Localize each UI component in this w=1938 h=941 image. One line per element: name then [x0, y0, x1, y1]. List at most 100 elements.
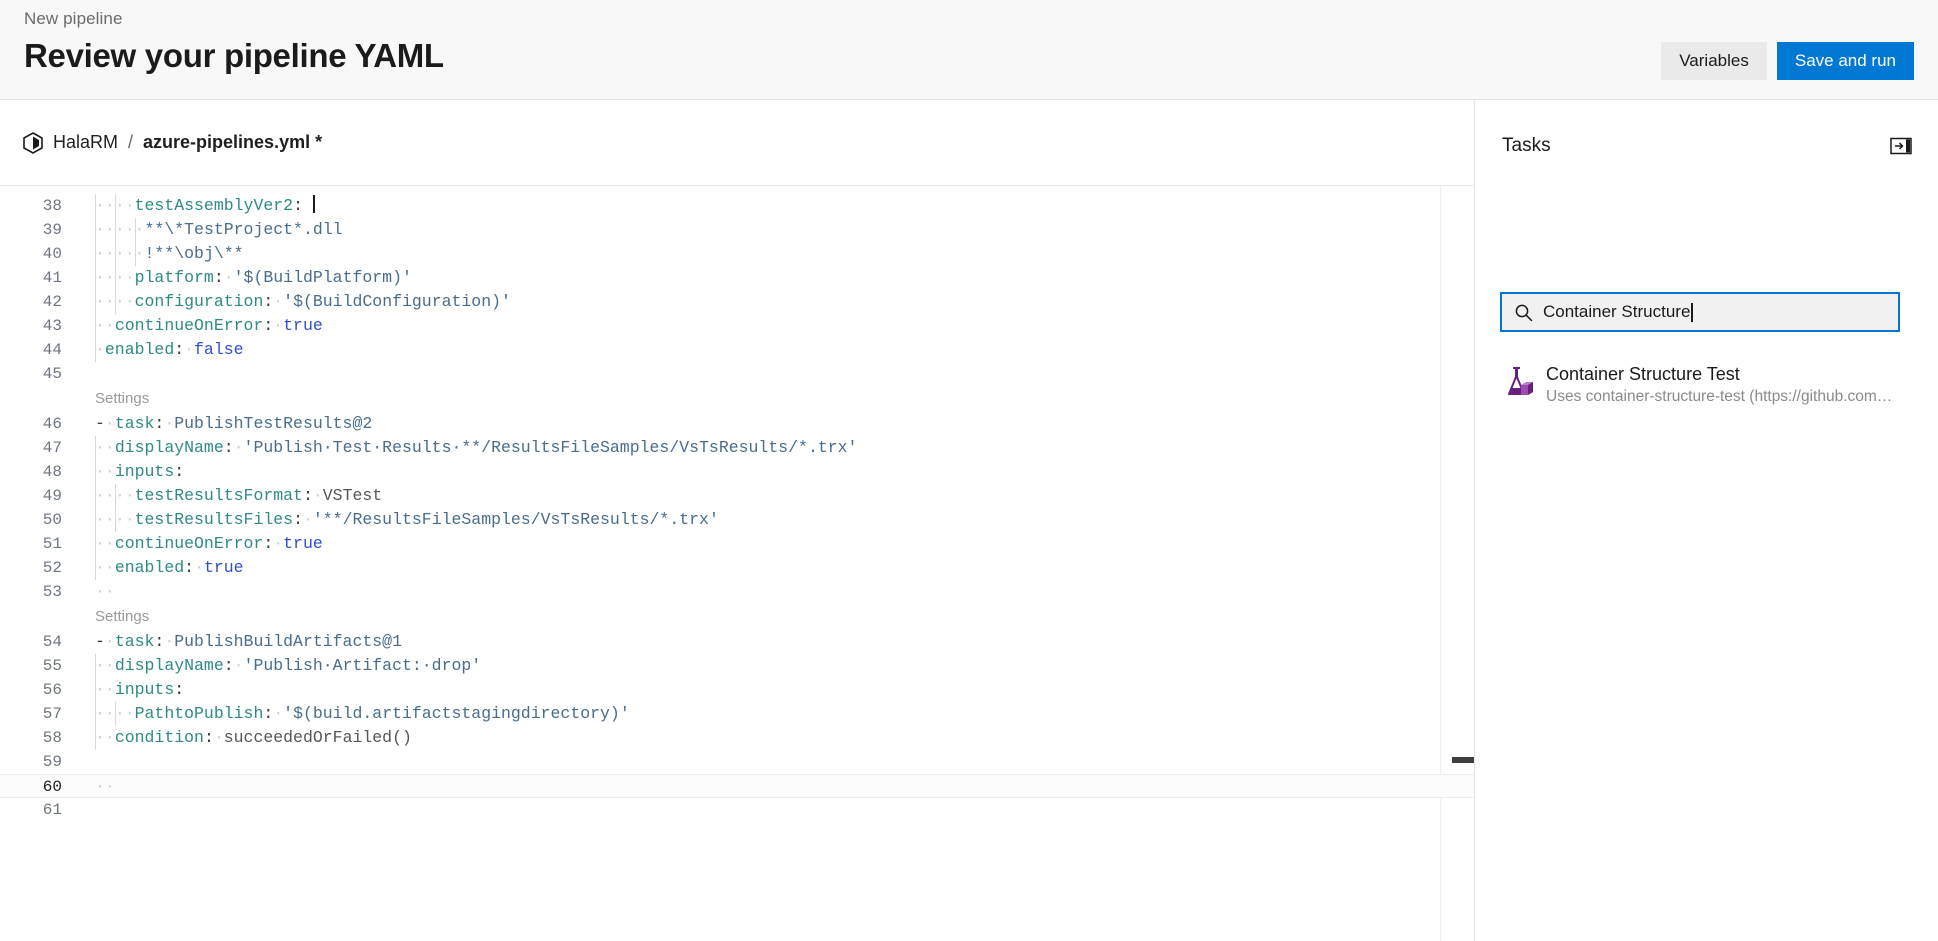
line-number: 55: [42, 657, 62, 675]
breadcrumb-file-name: azure-pipelines.yml *: [143, 132, 323, 152]
line-number: 53: [42, 583, 62, 601]
line-number: 48: [42, 463, 62, 481]
code-line[interactable]: 57 ····PathtoPublish:·'$(build.artifactst…: [0, 702, 1475, 726]
code-token: ·: [194, 558, 204, 577]
editor-lines-container[interactable]: 38 ····testAssemblyVer2: 39 ·····**\*TestP…: [0, 186, 1475, 822]
file-breadcrumb-bar: HalaRM / azure-pipelines.yml *: [0, 100, 1475, 186]
code-line[interactable]: 58 ··condition:·succeededOrFailed(): [0, 726, 1475, 750]
code-line[interactable]: 53 ··: [0, 580, 1475, 604]
codelens-settings-link[interactable]: Settings: [95, 604, 149, 630]
code-token: :: [223, 438, 234, 457]
code-token: :: [263, 534, 274, 553]
code-token: 'Publish·Test·Results·**/ResultsFileSamp…: [243, 438, 858, 457]
code-token: ··: [95, 244, 115, 263]
code-token: ·: [302, 510, 313, 529]
code-token: ··: [114, 486, 135, 505]
code-token: task: [114, 414, 155, 433]
line-number: 43: [42, 317, 62, 335]
code-token: ·: [95, 438, 105, 457]
code-line[interactable]: 40 ·····!**\obj\**: [0, 242, 1475, 266]
line-number: 41: [42, 269, 62, 287]
minimap-slider[interactable]: [1452, 757, 1474, 763]
code-token: inputs: [114, 462, 175, 481]
tasks-panel-title: Tasks: [1502, 135, 1551, 156]
code-token: VSTest: [322, 486, 383, 505]
code-token: ·: [233, 656, 244, 675]
code-text: ·····!**\obj\**: [95, 242, 244, 266]
code-line[interactable]: 42 ····configuration:·'$(BuildConfigurati…: [0, 290, 1475, 314]
code-text: ··displayName:·'Publish·Test·Results·**/…: [95, 436, 857, 460]
code-token: ·: [164, 632, 175, 651]
code-line[interactable]: 48 ··inputs:: [0, 460, 1475, 484]
code-line[interactable]: 47 ··displayName:·'Publish·Test·Results·*…: [0, 436, 1475, 460]
code-text: ··condition:·succeededOrFailed(): [95, 726, 412, 750]
code-line[interactable]: 52 ··enabled:·true: [0, 556, 1475, 580]
line-number: 61: [42, 801, 62, 819]
code-line[interactable]: 59: [0, 750, 1475, 774]
code-line[interactable]: 61: [0, 798, 1475, 822]
code-token: :: [293, 510, 303, 529]
code-token: displayName: [114, 656, 224, 675]
header-titles: New pipeline Review your pipeline YAML: [24, 8, 444, 78]
code-line[interactable]: 44 ·enabled:·false: [0, 338, 1475, 362]
code-token: ·: [104, 656, 115, 675]
search-icon: [1515, 304, 1533, 321]
code-text: ····PathtoPublish:·'$(build.artifactstag…: [95, 702, 630, 726]
code-token: configuration: [134, 292, 264, 311]
code-line[interactable]: 38 ····testAssemblyVer2:: [0, 194, 1475, 218]
line-number: 58: [42, 729, 62, 747]
codelens-settings-row: Settings: [0, 386, 1475, 412]
collapse-panel-right-icon[interactable]: [1890, 137, 1912, 155]
header-actions: Variables Save and run: [1661, 42, 1914, 80]
code-line[interactable]: 49 ····testResultsFormat:·VSTest: [0, 484, 1475, 508]
code-token: ·: [104, 632, 115, 651]
code-text: -·task:·PublishBuildArtifacts@1: [95, 630, 402, 654]
code-token: '$(BuildConfiguration)': [283, 292, 511, 311]
code-text: ··inputs:: [95, 678, 184, 702]
code-token: ·: [273, 316, 284, 335]
code-token: :: [213, 268, 224, 287]
breadcrumb-eyebrow: New pipeline: [24, 9, 123, 28]
code-line[interactable]: 50 ····testResultsFiles:·'**/ResultsFileS…: [0, 508, 1475, 532]
codelens-settings-link[interactable]: Settings: [95, 386, 149, 412]
code-token: testResultsFormat: [134, 486, 303, 505]
text-cursor: [312, 195, 315, 213]
code-token: :: [174, 462, 185, 481]
text-cursor: [1691, 302, 1693, 322]
code-token: -: [95, 414, 105, 433]
code-token: :: [174, 680, 185, 699]
task-result-item[interactable]: Container Structure Test Uses container-…: [1500, 362, 1912, 418]
code-line[interactable]: 56 ··inputs:: [0, 678, 1475, 702]
code-line[interactable]: 43 ··continueOnError:·true: [0, 314, 1475, 338]
codelens-settings-row: Settings: [0, 604, 1475, 630]
task-search-wrapper[interactable]: Container Structure: [1500, 292, 1900, 332]
code-token: :: [174, 340, 185, 359]
breadcrumb-repo-name[interactable]: HalaRM: [53, 132, 118, 153]
code-line[interactable]: 39 ·····**\*TestProject*.dll: [0, 218, 1475, 242]
variables-button[interactable]: Variables: [1661, 42, 1767, 80]
code-line[interactable]: 46 -·task:·PublishTestResults@2: [0, 412, 1475, 436]
code-token: :: [203, 728, 214, 747]
code-token: :: [154, 414, 165, 433]
code-line[interactable]: 54 -·task:·PublishBuildArtifacts@1: [0, 630, 1475, 654]
code-token: ··: [95, 316, 115, 335]
code-token: :: [293, 196, 303, 215]
page-title: Review your pipeline YAML: [24, 37, 444, 74]
code-text: ··: [95, 580, 115, 604]
code-token: ·: [95, 462, 105, 481]
code-token: ··: [95, 220, 115, 239]
code-line[interactable]: 60 ··: [0, 774, 1475, 798]
code-line[interactable]: 55 ··displayName:·'Publish·Artifact:·drop…: [0, 654, 1475, 678]
code-token: true: [203, 558, 244, 577]
task-search-input[interactable]: Container Structure: [1500, 292, 1900, 332]
code-token: continueOnError: [114, 534, 264, 553]
code-line[interactable]: 51 ··continueOnError:·true: [0, 532, 1475, 556]
yaml-code-editor[interactable]: 38 ····testAssemblyVer2: 39 ·····**\*TestP…: [0, 186, 1475, 941]
code-line[interactable]: 41 ····platform:·'$(BuildPlatform)': [0, 266, 1475, 290]
code-token: ··: [95, 704, 115, 723]
code-line[interactable]: 45: [0, 362, 1475, 386]
code-token: ··: [114, 196, 135, 215]
code-token: ·: [95, 656, 105, 675]
line-number: 57: [42, 705, 62, 723]
save-and-run-button[interactable]: Save and run: [1776, 42, 1914, 80]
